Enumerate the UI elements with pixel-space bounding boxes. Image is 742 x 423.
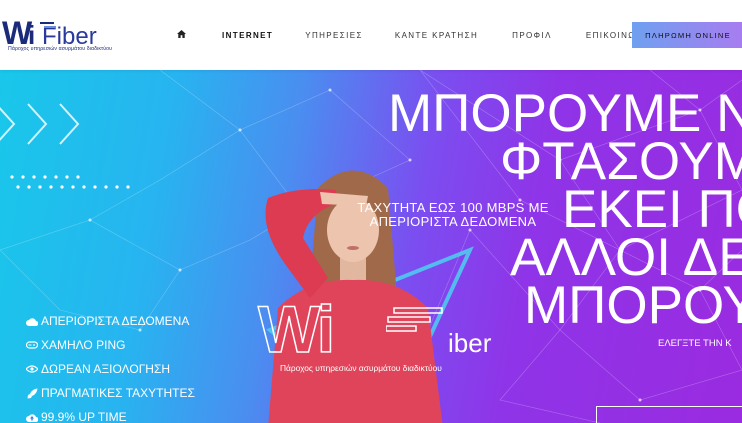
feature-item: ΔΩΡΕΑΝ ΑΞΙΟΛΟΓΗΣΗ <box>26 357 195 381</box>
chevron-decoration <box>0 103 80 145</box>
site-header: W i Fiber Πάροχος υπηρεσιών ασυρμάτου δι… <box>0 0 742 70</box>
main-nav: INTERNET ΥΠΗΡΕΣΙΕΣ ΚΑΝΤΕ ΚΡΑΤΗΣΗ ΠΡΟΦΙΛ … <box>168 22 653 48</box>
home-icon[interactable] <box>168 29 194 41</box>
headline-line: ΜΠΟΡΟΥΜΕ Ν <box>388 84 742 143</box>
logo-tagline: Πάροχος υπηρεσιών ασυρμάτου διαδικτύου <box>8 46 113 52</box>
feature-item: ΧΑΜΗΛΟ PING <box>26 333 195 357</box>
nav-item-services[interactable]: ΥΠΗΡΕΣΙΕΣ <box>305 31 363 40</box>
gamepad-icon <box>26 339 38 351</box>
site-logo[interactable]: W i Fiber Πάροχος υπηρεσιών ασυρμάτου δι… <box>2 14 113 58</box>
hero-banner: ΜΠΟΡΟΥΜΕ Ν ΦΤΑΣΟΥΜ ΕΚΕΙ ΠΟ ΑΛΛΟΙ ΔΕ ΜΠΟΡ… <box>0 70 742 423</box>
headline-line: ΦΤΑΣΟΥΜ <box>500 132 742 191</box>
headline-line: ΕΚΕΙ ΠΟ <box>562 180 742 239</box>
speed-line-1: ΤΑΧΥΤΗΤΑ ΕΩΣ 100 MBPS ΜΕ <box>357 200 549 215</box>
check-coverage-box[interactable] <box>596 406 742 423</box>
rocket-icon <box>26 387 38 399</box>
features-list: ΑΠΕΡΙΟΡΙΣΤΑ ΔΕΔΟΜΕΝΑ ΧΑΜΗΛΟ PING ΔΩΡΕΑΝ … <box>26 309 195 423</box>
cloud-icon <box>26 315 38 327</box>
check-availability-link[interactable]: ΕΛΕΓΞΤΕ ΤΗΝ Κ <box>658 338 732 349</box>
feature-label: ΧΑΜΗΛΟ PING <box>41 338 126 352</box>
hero-logo-iber: iber <box>448 328 492 358</box>
feature-label: ΔΩΡΕΑΝ ΑΞΙΟΛΟΓΗΣΗ <box>41 362 171 376</box>
feature-label: ΑΠΕΡΙΟΡΙΣΤΑ ΔΕΔΟΜΕΝΑ <box>41 314 190 328</box>
speed-line-2: ΑΠΕΡΙΟΡΙΣΤΑ ΔΕΔΟΜΕΝΑ <box>369 214 537 229</box>
dots-decoration <box>10 175 130 189</box>
pay-online-button[interactable]: ΠΛΗΡΩΜΗ ONLINE <box>632 22 742 48</box>
logo-f-stripes <box>386 307 443 332</box>
speed-subtitle: ΤΑΧΥΤΗΤΑ ΕΩΣ 100 MBPS ΜΕ ΑΠΕΡΙΟΡΙΣΤΑ ΔΕΔ… <box>348 201 558 229</box>
hero-logo-w: Wi <box>257 292 336 366</box>
nav-item-profile[interactable]: ΠΡΟΦΙΛ <box>512 31 552 40</box>
nav-item-internet[interactable]: INTERNET <box>222 31 273 40</box>
feature-label: ΠΡΑΓΜΑΤΙΚΕΣ ΤΑΧΥΤΗΤΕΣ <box>41 386 195 400</box>
feature-item: ΠΡΑΓΜΑΤΙΚΕΣ ΤΑΧΥΤΗΤΕΣ <box>26 381 195 405</box>
headline-line: ΜΠΟΡΟΥ <box>524 276 742 335</box>
cloud-upload-icon <box>26 411 38 423</box>
hero-logo: Wi iber Πάροχος υπηρεσιών ασυρμάτου διαδ… <box>257 293 498 380</box>
feature-item: 99.9% UP TIME <box>26 405 195 423</box>
eye-icon <box>26 363 38 375</box>
feature-item: ΑΠΕΡΙΟΡΙΣΤΑ ΔΕΔΟΜΕΝΑ <box>26 309 195 333</box>
hero-logo-tagline: Πάροχος υπηρεσιών ασυρμάτου διαδικτύου <box>280 363 442 373</box>
feature-label: 99.9% UP TIME <box>41 410 127 423</box>
headline-line: ΑΛΛΟΙ ΔΕ <box>510 228 742 287</box>
nav-item-booking[interactable]: ΚΑΝΤΕ ΚΡΑΤΗΣΗ <box>395 31 478 40</box>
